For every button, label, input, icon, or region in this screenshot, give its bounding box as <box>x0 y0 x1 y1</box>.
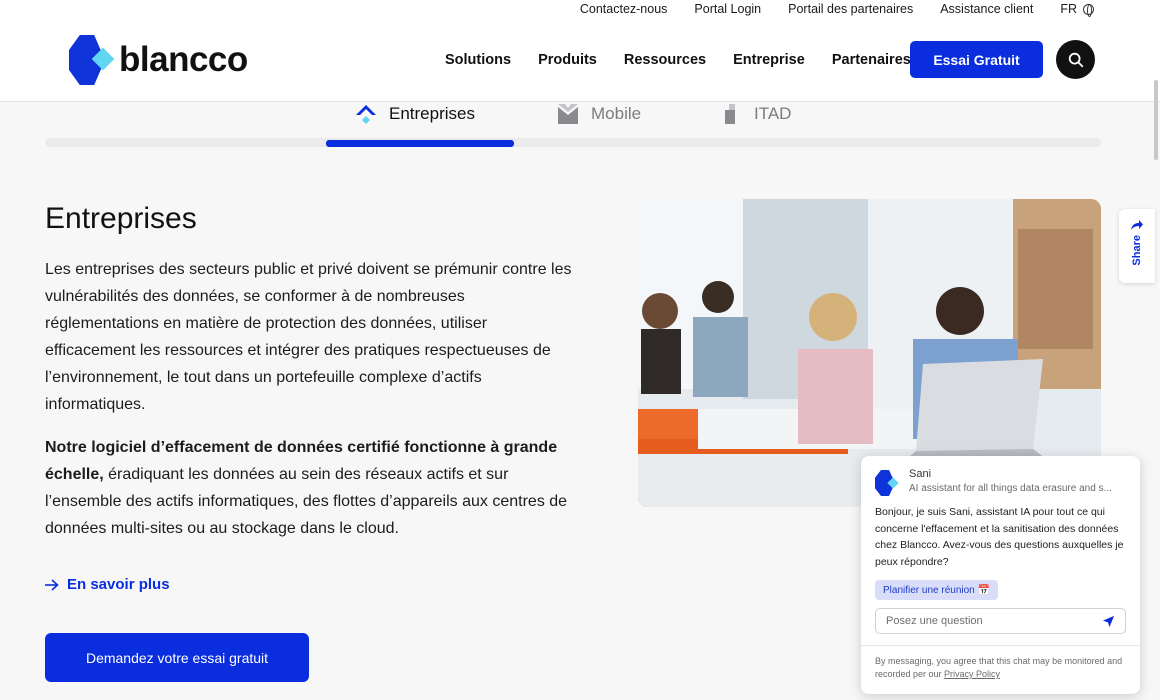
language-selector[interactable]: FR <box>1060 2 1094 17</box>
main-nav: Solutions Produits Ressources Entreprise… <box>445 52 911 68</box>
assistant-message: Bonjour, je suis Sani, assistant IA pour… <box>875 506 1124 568</box>
chat-widget: Sani AI assistant for all things data er… <box>861 456 1140 694</box>
search-icon <box>1068 52 1083 67</box>
search-button[interactable] <box>1056 40 1095 79</box>
globe-icon <box>1083 3 1094 17</box>
intro-paragraph: Les entreprises des secteurs public et p… <box>45 261 572 413</box>
tab-label: ITAD <box>754 104 792 123</box>
tab-mobile[interactable]: Mobile <box>557 103 641 125</box>
assistant-subtitle: AI assistant for all things data erasure… <box>909 483 1112 494</box>
learn-more-link[interactable]: En savoir plus <box>45 576 170 593</box>
chat-input[interactable]: Posez une question <box>875 608 1126 634</box>
nav-item-partners[interactable]: Partenaires <box>832 52 911 68</box>
feature-paragraph: Notre logiciel d’effacement de données c… <box>45 434 575 542</box>
nav-item-resources[interactable]: Ressources <box>624 52 706 68</box>
language-label: FR <box>1060 2 1077 16</box>
share-tab[interactable]: Share <box>1119 209 1155 283</box>
itad-tab-icon <box>725 104 735 124</box>
tab-itad[interactable]: ITAD <box>720 103 791 125</box>
feature-paragraph-rest: éradiquant les données au sein des résea… <box>45 466 568 537</box>
nav-item-products[interactable]: Produits <box>538 52 597 68</box>
chat-header: Sani AI assistant for all things data er… <box>875 468 1129 496</box>
privacy-policy-link[interactable]: Privacy Policy <box>944 669 1000 679</box>
send-icon[interactable] <box>1102 615 1115 628</box>
utility-nav: Contactez-nous Portal Login Portail des … <box>580 2 1094 17</box>
site-header: Contactez-nous Portal Login Portail des … <box>0 0 1160 102</box>
arrow-right-icon <box>45 578 59 591</box>
schedule-meeting-chip[interactable]: Planifier une réunion 📅 <box>875 580 998 600</box>
chat-disclaimer: By messaging, you agree that this chat m… <box>875 655 1137 681</box>
logo-text: blancco <box>119 40 248 79</box>
active-tab-indicator <box>326 140 514 147</box>
page-scrollbar[interactable] <box>1154 80 1158 160</box>
tab-entreprises[interactable]: Entreprises <box>355 103 475 125</box>
section-heading: Entreprises <box>45 202 197 235</box>
utility-link-partner-portal[interactable]: Portail des partenaires <box>788 2 913 16</box>
chat-divider <box>861 645 1140 646</box>
tabs-track <box>45 138 1101 147</box>
share-arrow-icon <box>1131 220 1143 230</box>
assistant-name: Sani <box>909 468 932 480</box>
utility-link-contact[interactable]: Contactez-nous <box>580 2 668 16</box>
logo-mark-icon <box>69 35 115 85</box>
chat-input-placeholder: Posez une question <box>886 615 983 627</box>
utility-link-portal-login[interactable]: Portal Login <box>694 2 761 16</box>
free-trial-button[interactable]: Essai Gratuit <box>910 41 1043 78</box>
utility-link-support[interactable]: Assistance client <box>940 2 1033 16</box>
share-label: Share <box>1131 235 1143 266</box>
learn-more-label: En savoir plus <box>67 576 170 593</box>
assistant-avatar-icon <box>875 470 899 496</box>
nav-item-company[interactable]: Entreprise <box>733 52 805 68</box>
blancco-logo[interactable]: blancco <box>69 35 248 85</box>
nav-item-solutions[interactable]: Solutions <box>445 52 511 68</box>
request-trial-button[interactable]: Demandez votre essai gratuit <box>45 633 309 682</box>
tab-label: Mobile <box>591 104 642 123</box>
mobile-tab-icon <box>558 104 578 124</box>
tab-label: Entreprises <box>389 104 475 123</box>
enterprise-tab-icon <box>356 105 376 124</box>
